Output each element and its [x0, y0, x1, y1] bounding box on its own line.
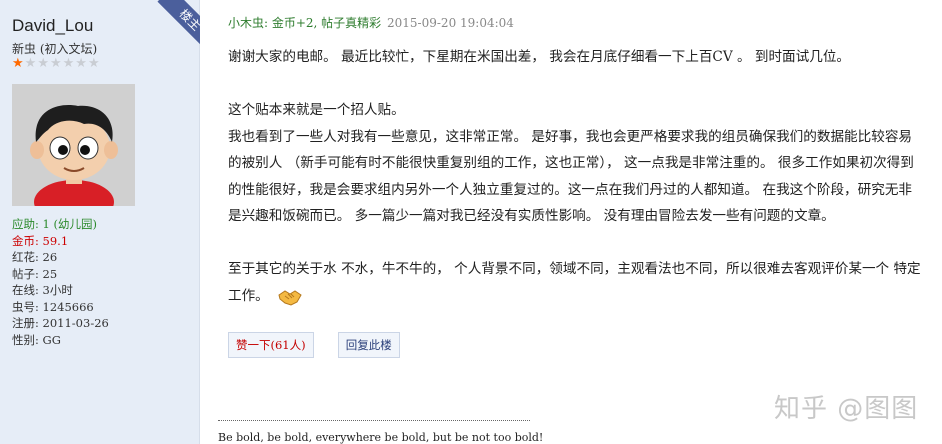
- post-line: 至于其它的关于水 不水，牛不牛的， 个人背景不同，领域不同，主观看法也不同，所以…: [228, 261, 921, 277]
- star-filled-icon: ★: [12, 56, 25, 71]
- signature: Be bold, be bold, everywhere be bold, bu…: [218, 431, 544, 444]
- stat-yingzhu: 应助: 1 (幼儿园): [12, 217, 97, 231]
- post-timestamp: 2015-09-20 19:04:04: [387, 16, 514, 30]
- reply-button[interactable]: 回复此楼: [337, 332, 400, 358]
- stat-online: 在线: 3小时: [12, 283, 73, 297]
- author-panel: 楼主 David_Lou 新虫 (初入文坛) ★★★★★★★ 应助: 1 (幼儿…: [0, 0, 200, 444]
- star-empty-icon: ★: [75, 56, 88, 71]
- avatar-image: [12, 84, 135, 206]
- post-line: 我也看到了一些人对我有一些意见，这非常正常。 是好事，我也会更严格要求我的组员确…: [228, 128, 913, 145]
- rank-title: 新虫 (初入文坛): [12, 42, 98, 56]
- star-empty-icon: ★: [49, 56, 63, 71]
- stat-posts: 帖子: 25: [12, 266, 58, 281]
- post-line: 的被别人 （新手可能有时不能很快重复别组的工作，这也正常）， 这一点我是非常注重…: [228, 155, 914, 171]
- avatar[interactable]: [12, 84, 135, 206]
- post-last-text: 工作。: [228, 287, 269, 304]
- post-actions: 赞一下(61人) 回复此楼: [228, 332, 400, 358]
- post-line: 的性能很好，我是会要求组内另外一个人独立重复过的。这一点在我们丹过的人都知道。 …: [228, 181, 913, 198]
- username[interactable]: David_Lou: [12, 16, 93, 36]
- post-meta-reward: 小木虫: 金币+2, 帖子真精彩: [228, 16, 382, 30]
- floor-tag: 楼主: [157, 0, 200, 50]
- post-body: 谢谢大家的电邮。 最近比较忙，下星期在米国出差， 我会在月底仔细看一下上百CV …: [228, 44, 940, 309]
- watermark: 知乎 @图图: [774, 394, 919, 424]
- post-line: 是兴趣和饭碗而已。 多一篇少一篇对我已经没有实质性影响。 没有理由冒险去发一些有…: [228, 208, 835, 224]
- signature-divider: [218, 420, 530, 421]
- handshake-icon: [277, 285, 303, 307]
- post-line: 谢谢大家的电邮。 最近比较忙，下星期在米国出差， 我会在月底仔细看一下上百CV …: [228, 49, 851, 65]
- stat-coins: 金币: 59.1: [12, 233, 69, 248]
- star-empty-icon: ★: [37, 56, 50, 71]
- stat-registered: 注册: 2011-03-26: [12, 316, 109, 330]
- stat-flowers: 红花: 26: [12, 250, 58, 264]
- post-last-line: 工作。: [228, 283, 940, 310]
- like-button[interactable]: 赞一下(61人): [228, 332, 314, 358]
- floor-ribbon: 楼主: [150, 0, 200, 50]
- stat-gender: 性别: GG: [12, 332, 61, 347]
- author-stats: 应助: 1 (幼儿园) 金币: 59.1 红花: 26 帖子: 25 在线: 3…: [12, 216, 109, 348]
- post-line: 这个贴本来就是一个招人贴。: [228, 102, 405, 118]
- star-empty-icon: ★: [62, 56, 76, 71]
- stat-uid: 虫号: 1245666: [12, 299, 94, 314]
- star-empty-icon: ★: [87, 56, 101, 71]
- star-empty-icon: ★: [24, 56, 38, 71]
- rating-stars: ★★★★★★★: [12, 56, 101, 71]
- post-meta: 小木虫: 金币+2, 帖子真精彩 2015-09-20 19:04:04: [228, 14, 514, 31]
